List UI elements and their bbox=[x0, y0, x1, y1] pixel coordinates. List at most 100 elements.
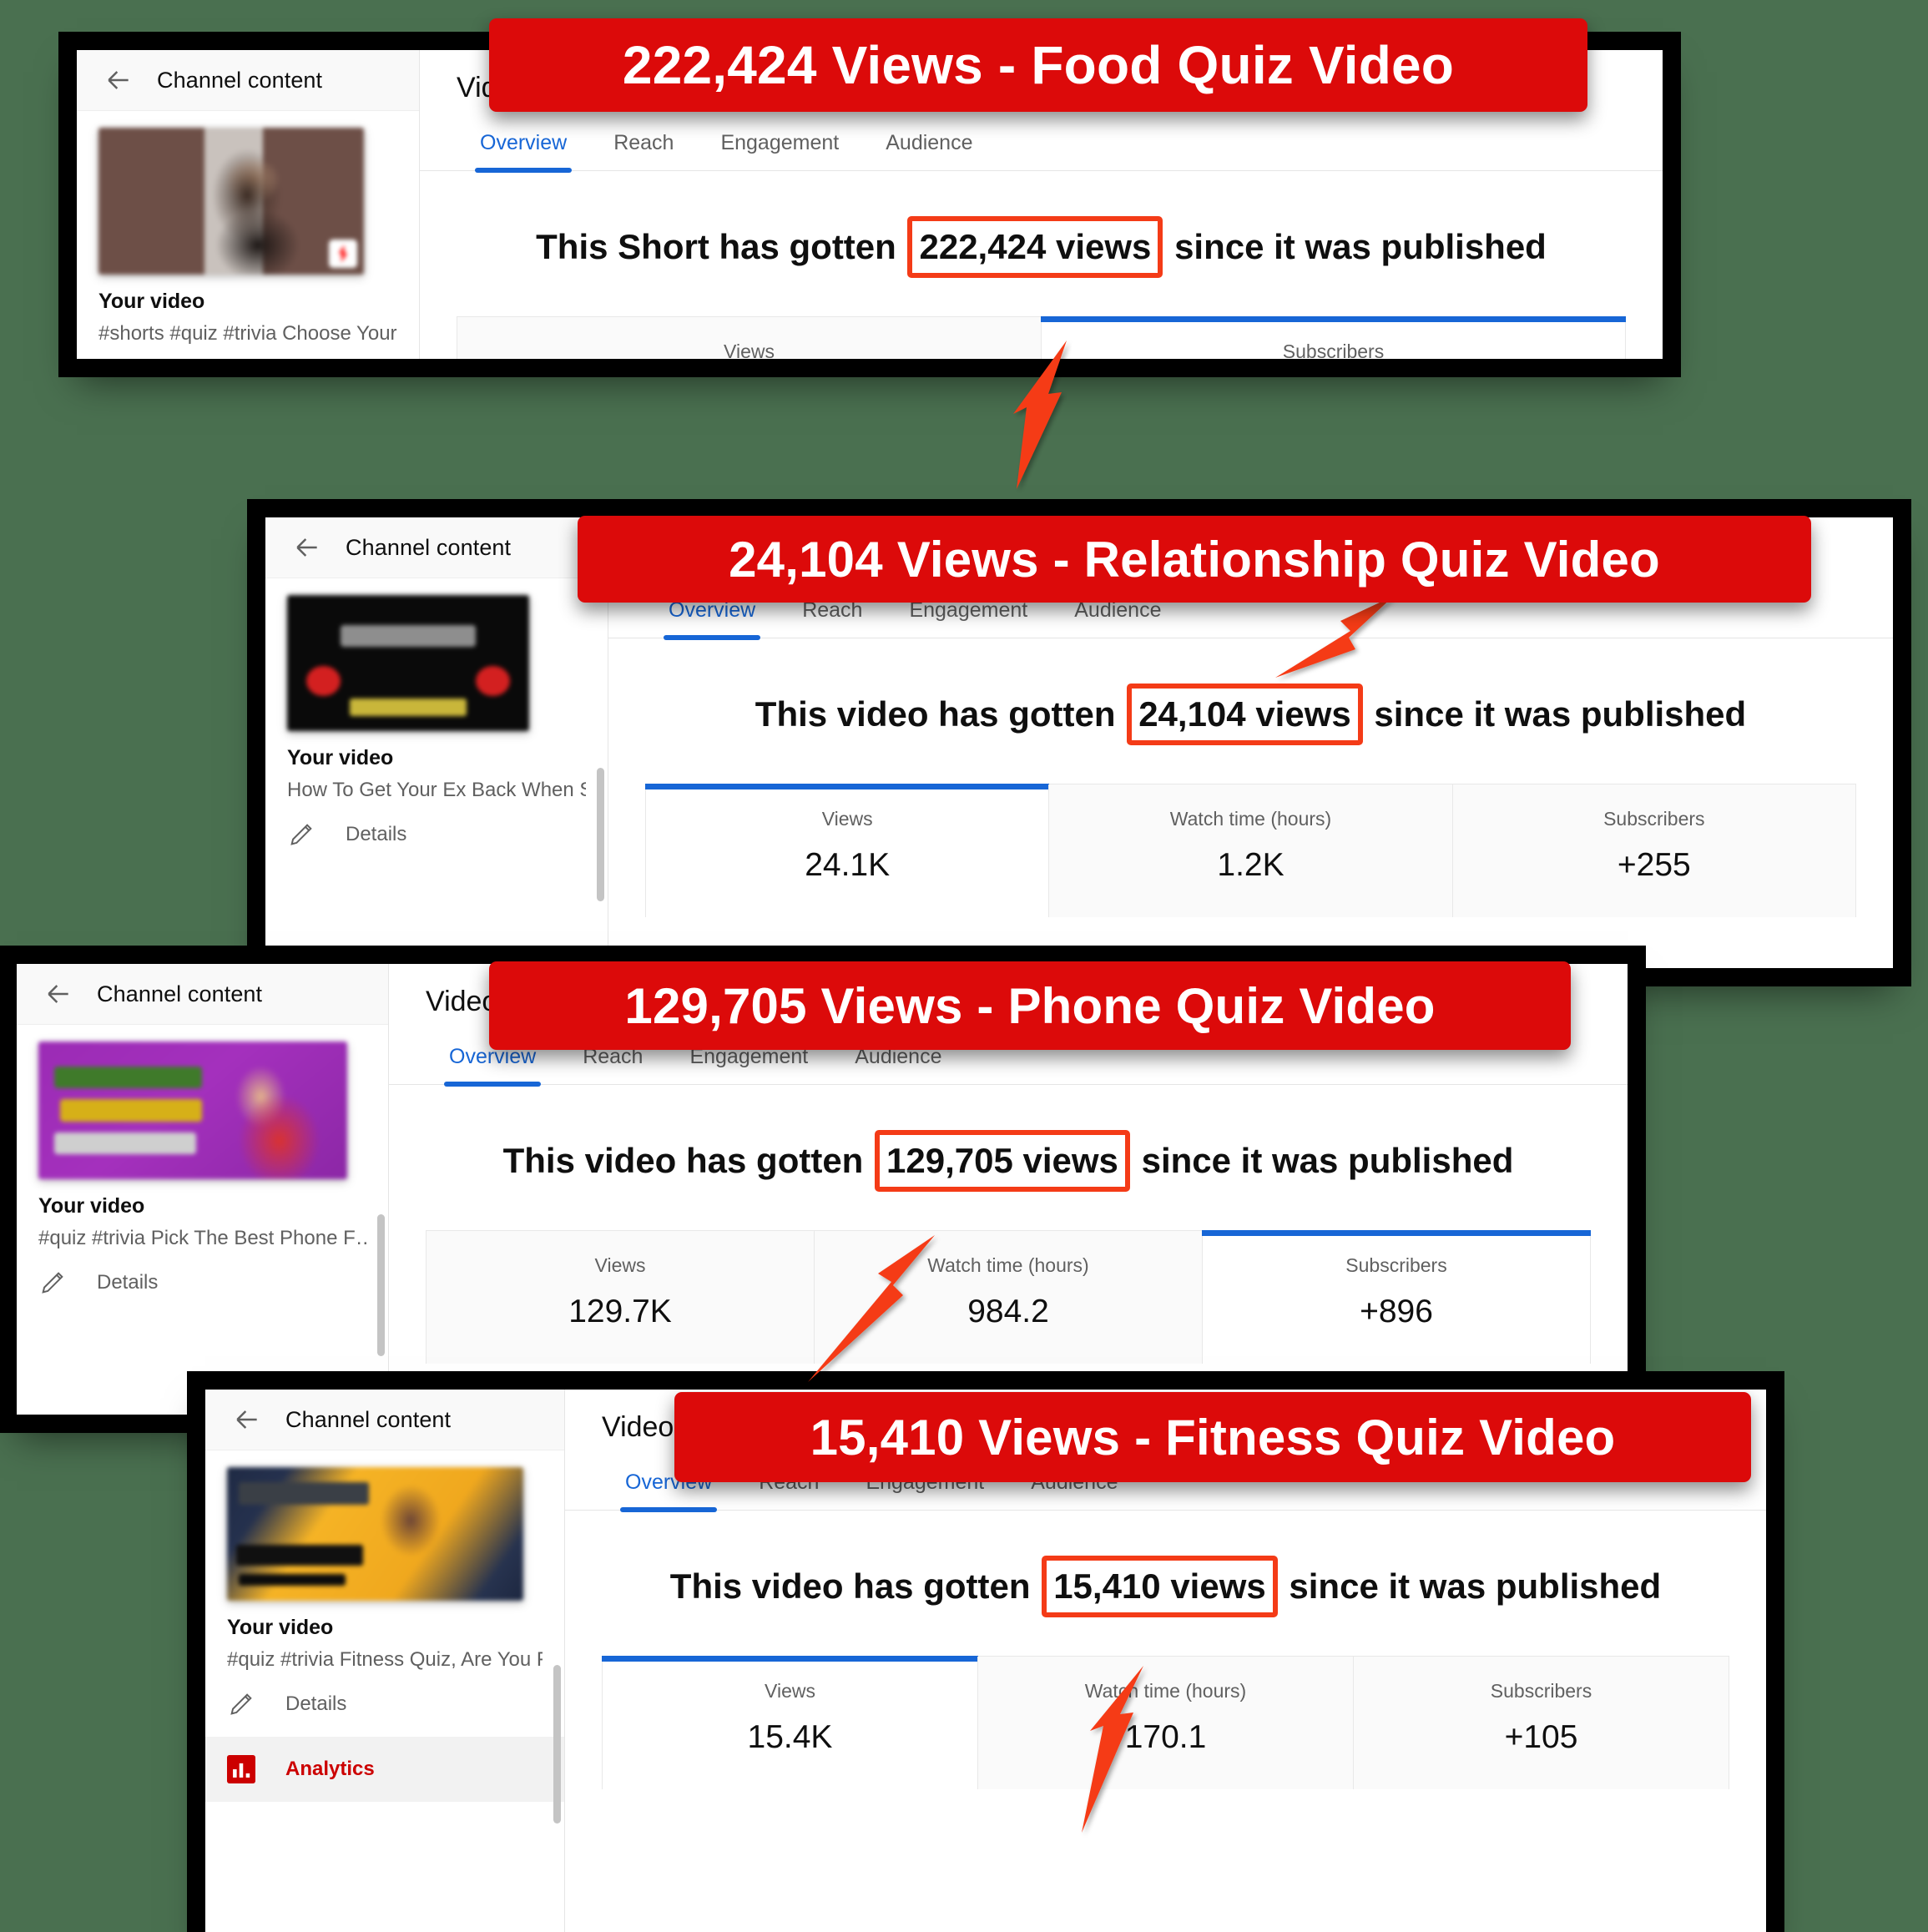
headline-views-highlight: 129,705 views bbox=[875, 1130, 1130, 1192]
sidebar-item-analytics[interactable]: Analytics bbox=[205, 1737, 564, 1802]
metric-label: Views bbox=[821, 808, 873, 830]
sidebar-item-details[interactable]: Details bbox=[77, 346, 419, 359]
views-headline: This Short has gotten 222,424 views sinc… bbox=[420, 171, 1663, 278]
metrics-row: Views 24.1K Watch time (hours) 1.2K Subs… bbox=[644, 784, 1856, 917]
thumbnail-container[interactable] bbox=[17, 1025, 388, 1179]
metrics-row: Views 129.7K Watch time (hours) 984.2 Su… bbox=[426, 1230, 1591, 1364]
thumbnail-container[interactable] bbox=[265, 578, 608, 731]
headline-views-highlight: 15,410 views bbox=[1042, 1556, 1278, 1617]
video-meta: Your video #quiz #trivia Pick The Best P… bbox=[17, 1179, 388, 1250]
metric-label: Views bbox=[765, 1680, 815, 1702]
shorts-icon bbox=[338, 245, 348, 263]
video-title: #quiz #trivia Pick The Best Phone F… bbox=[38, 1227, 366, 1249]
tab-reach[interactable]: Reach bbox=[590, 119, 697, 170]
back-arrow-icon[interactable] bbox=[290, 531, 324, 564]
metric-value: 1.2K bbox=[1217, 847, 1284, 883]
callout-banner-relationship-quiz: 24,104 Views - Relationship Quiz Video bbox=[578, 516, 1811, 603]
metric-subscribers: Subscribers +105 bbox=[1353, 1657, 1729, 1789]
metrics-row: Views 222.4K Subscribers +325 bbox=[457, 316, 1626, 359]
sidebar-item-details[interactable]: Details bbox=[17, 1250, 388, 1315]
your-video-label: Your video bbox=[38, 1194, 145, 1218]
thumbnail-container[interactable] bbox=[205, 1450, 564, 1601]
metric-label: Watch time (hours) bbox=[1169, 808, 1332, 830]
callout-banner-fitness-quiz: 15,410 Views - Fitness Quiz Video bbox=[674, 1392, 1751, 1482]
shorts-badge bbox=[329, 240, 357, 268]
video-thumbnail[interactable] bbox=[287, 595, 529, 731]
video-thumbnail[interactable] bbox=[227, 1467, 523, 1601]
metric-value: 24.1K bbox=[805, 847, 891, 883]
metric-views: Views 129.7K bbox=[426, 1231, 814, 1364]
panel-header: Channel content bbox=[77, 50, 419, 111]
bar-chart-icon bbox=[227, 1755, 255, 1783]
headline-prefix: This Short has gotten bbox=[536, 227, 896, 266]
panel-header: Channel content bbox=[17, 964, 388, 1025]
back-arrow-icon[interactable] bbox=[102, 63, 135, 97]
your-video-label: Your video bbox=[287, 746, 394, 769]
sidebar-item-details[interactable]: Details bbox=[205, 1672, 564, 1737]
video-title: #quiz #trivia Fitness Quiz, Are You Fi… bbox=[227, 1648, 543, 1671]
tab-overview[interactable]: Overview bbox=[457, 119, 590, 173]
metric-views: Views 24.1K bbox=[644, 784, 1050, 917]
video-meta: Your video #shorts #quiz #trivia Choose … bbox=[77, 275, 419, 346]
metric-value: +896 bbox=[1360, 1294, 1433, 1329]
headline-prefix: This video has gotten bbox=[669, 1566, 1031, 1606]
metric-value: 984.2 bbox=[967, 1294, 1049, 1329]
callout-arrow-food bbox=[1013, 340, 1067, 489]
tab-audience[interactable]: Audience bbox=[862, 119, 996, 170]
tab-engagement[interactable]: Engagement bbox=[697, 119, 862, 170]
metric-label: Watch time (hours) bbox=[927, 1254, 1089, 1276]
sidebar-item-details-label: Details bbox=[285, 1692, 347, 1715]
video-meta: Your video #quiz #trivia Fitness Quiz, A… bbox=[205, 1601, 564, 1672]
video-meta: Your video How To Get Your Ex Back When … bbox=[265, 731, 608, 802]
metric-value: 129.7K bbox=[568, 1294, 672, 1329]
video-thumbnail[interactable] bbox=[98, 128, 364, 275]
headline-prefix: This video has gotten bbox=[502, 1141, 864, 1180]
headline-suffix: since it was published bbox=[1174, 227, 1547, 266]
channel-content-panel: Channel content Your video How To Get Yo… bbox=[265, 517, 608, 968]
headline-views-highlight: 222,424 views bbox=[907, 216, 1163, 278]
metric-subscribers: Subscribers +325 bbox=[1041, 316, 1626, 359]
sidebar-item-analytics-label: Analytics bbox=[285, 1758, 375, 1780]
metric-label: Subscribers bbox=[1603, 808, 1705, 830]
headline-suffix: since it was published bbox=[1374, 694, 1747, 734]
scrollbar-thumb[interactable] bbox=[597, 768, 604, 901]
your-video-label: Your video bbox=[227, 1616, 334, 1639]
metric-value: 170.1 bbox=[1124, 1719, 1207, 1755]
channel-content-panel: Channel content Your video #quiz #trivia… bbox=[205, 1390, 565, 1932]
back-arrow-icon[interactable] bbox=[230, 1403, 264, 1436]
metric-value: 15.4K bbox=[747, 1719, 833, 1755]
scrollbar-thumb[interactable] bbox=[377, 1214, 385, 1356]
video-title: #shorts #quiz #trivia Choose Your F… bbox=[98, 322, 397, 345]
headline-suffix: since it was published bbox=[1141, 1141, 1514, 1180]
channel-content-panel: Channel content Your video #shorts #quiz… bbox=[77, 50, 420, 359]
screenshot-collage: Channel content Your video #shorts #quiz… bbox=[0, 0, 1928, 1932]
panel-header: Channel content bbox=[265, 517, 608, 578]
panel-header: Channel content bbox=[205, 1390, 564, 1450]
video-title: How To Get Your Ex Back When She … bbox=[287, 779, 586, 801]
scrollbar-thumb[interactable] bbox=[553, 1665, 561, 1824]
views-headline: This video has gotten 129,705 views sinc… bbox=[389, 1085, 1628, 1192]
thumbnail-container[interactable] bbox=[77, 111, 419, 275]
metric-watch-time: Watch time (hours) 1.2K bbox=[1048, 784, 1452, 917]
views-headline: This video has gotten 24,104 views since… bbox=[608, 638, 1893, 745]
pencil-icon bbox=[42, 1272, 63, 1294]
metric-subscribers: Subscribers +255 bbox=[1451, 784, 1855, 917]
metrics-row: Views 15.4K Watch time (hours) 170.1 Sub… bbox=[602, 1656, 1729, 1789]
sidebar-item-details[interactable]: Details bbox=[265, 802, 608, 867]
headline-views-highlight: 24,104 views bbox=[1127, 684, 1363, 745]
metric-watch-time: Watch time (hours) 984.2 bbox=[814, 1231, 1202, 1364]
analytics-tabs: Overview Reach Engagement Audience bbox=[420, 119, 1663, 173]
metric-label: Subscribers bbox=[1282, 340, 1385, 359]
metric-label: Subscribers bbox=[1490, 1680, 1592, 1702]
video-thumbnail[interactable] bbox=[38, 1042, 347, 1179]
metric-label: Subscribers bbox=[1345, 1254, 1447, 1276]
metric-subscribers: Subscribers +896 bbox=[1202, 1230, 1591, 1364]
panel-header-title: Channel content bbox=[346, 534, 512, 560]
metric-label: Views bbox=[724, 340, 775, 359]
your-video-label: Your video bbox=[98, 290, 205, 313]
sidebar-item-details-label: Details bbox=[97, 1271, 159, 1294]
metric-label: Watch time (hours) bbox=[1084, 1680, 1247, 1702]
callout-banner-phone-quiz: 129,705 Views - Phone Quiz Video bbox=[489, 961, 1571, 1050]
metric-value: +105 bbox=[1504, 1719, 1578, 1755]
back-arrow-icon[interactable] bbox=[42, 977, 75, 1011]
